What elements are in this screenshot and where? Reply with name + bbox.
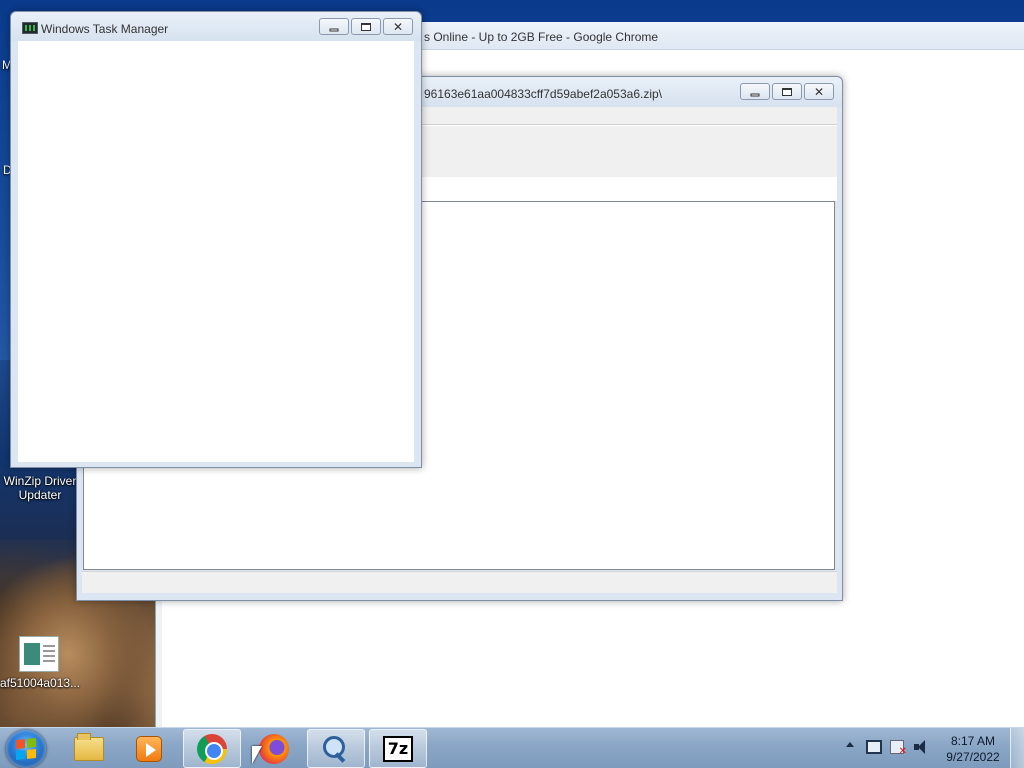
media-player-icon [136, 735, 162, 762]
maximize-icon [782, 87, 792, 96]
minimize-button[interactable] [740, 83, 770, 100]
windows-logo-icon [16, 737, 36, 761]
archive-window-title: 96163e61aa004833cff7d59abef2a053a6.zip\ [424, 87, 663, 101]
close-button[interactable]: ✕ [383, 18, 413, 35]
show-desktop-button[interactable] [1010, 728, 1024, 768]
minimize-icon [750, 93, 760, 96]
desktop-icon-label: af51004a013... [0, 676, 81, 690]
task-manager-window[interactable]: Windows Task Manager ✕ [10, 11, 422, 468]
7zip-icon: 7z [383, 735, 413, 762]
maximize-button[interactable] [772, 83, 802, 100]
folder-icon [74, 732, 104, 761]
desktop-icon-label: WinZip Driver Updater [3, 474, 77, 502]
minimize-icon [329, 28, 339, 31]
clock-time: 8:17 AM [950, 734, 996, 748]
desktop-icon-winzip-driver-updater[interactable]: WinZip Driver Updater [1, 474, 79, 502]
clock-date: 9/27/2022 [946, 750, 1000, 764]
task-manager-icon [22, 22, 38, 34]
taskbar-button-explorer[interactable] [60, 729, 118, 768]
close-icon: ✕ [392, 19, 404, 34]
archive-caption-buttons: ✕ [740, 83, 834, 100]
network-icon[interactable] [866, 740, 882, 754]
firefox-icon [259, 733, 289, 764]
taskbar-button-search[interactable] [307, 729, 365, 768]
close-button[interactable]: ✕ [804, 83, 834, 100]
chrome-icon [197, 733, 227, 764]
clock[interactable]: 8:17 AM 9/27/2022 [938, 733, 1008, 765]
search-icon [321, 734, 351, 764]
taskbar-button-media-player[interactable] [120, 729, 178, 768]
taskbar-button-chrome[interactable] [183, 729, 241, 768]
minimize-button[interactable] [319, 18, 349, 35]
maximize-button[interactable] [351, 18, 381, 35]
task-manager-title: Windows Task Manager [41, 22, 169, 36]
start-button[interactable] [6, 730, 46, 768]
document-icon [19, 636, 59, 672]
task-manager-titlebar[interactable]: Windows Task Manager ✕ [11, 12, 421, 41]
action-center-icon[interactable] [890, 740, 907, 757]
chrome-window-title: s Online - Up to 2GB Free - Google Chrom… [424, 30, 659, 44]
task-manager-caption-buttons: ✕ [319, 18, 413, 35]
task-manager-content[interactable] [18, 41, 414, 462]
maximize-icon [361, 22, 371, 31]
volume-icon[interactable] [914, 740, 930, 754]
taskbar: 7z 8:17 AM 9/27/2022 [0, 727, 1024, 768]
show-hidden-icons-icon[interactable] [846, 742, 854, 747]
desktop-icon-file[interactable]: af51004a013... [0, 636, 81, 690]
mouse-cursor-icon [252, 746, 262, 764]
archive-status-bar [82, 571, 837, 593]
taskbar-button-7zip[interactable]: 7z [369, 729, 427, 768]
close-icon: ✕ [813, 84, 825, 99]
system-tray: 8:17 AM 9/27/2022 [842, 728, 1024, 768]
